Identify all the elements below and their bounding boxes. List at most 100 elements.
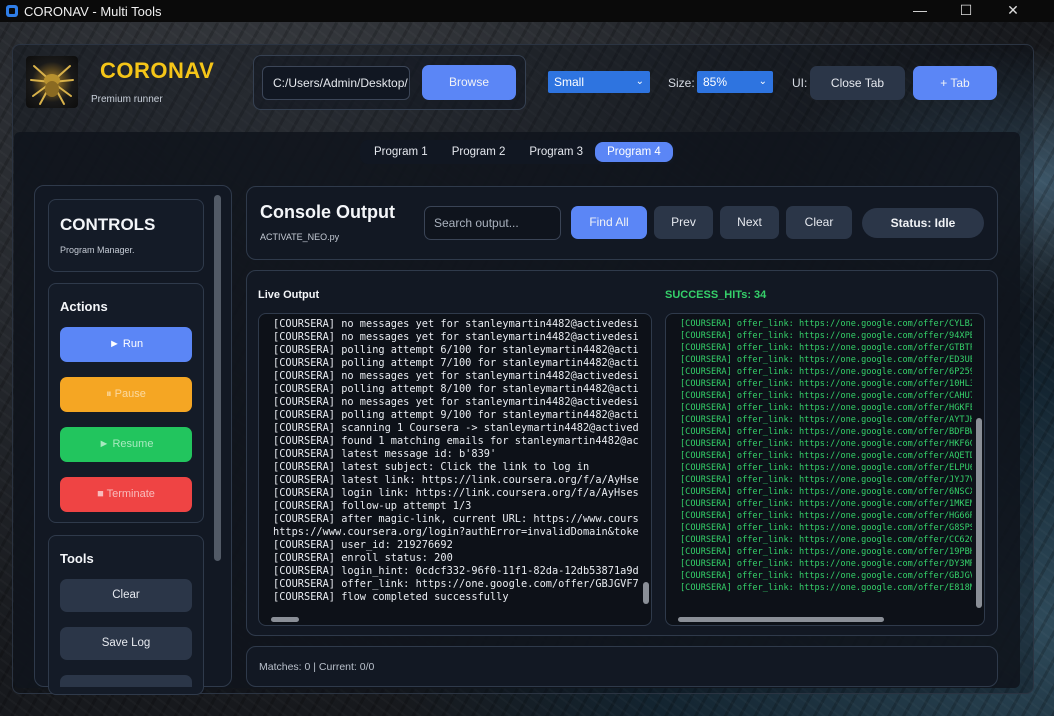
prev-button[interactable]: Prev bbox=[654, 206, 713, 239]
chevron-down-icon: ⌄ bbox=[758, 76, 767, 87]
log-line: [COURSERA] latest subject: Click the lin… bbox=[273, 461, 590, 473]
log-line: [COURSERA] offer_link: https://one.googl… bbox=[273, 578, 639, 590]
log-horizontal-scrollbar[interactable] bbox=[271, 617, 299, 622]
log-line: [COURSERA] latest message id: b'839' bbox=[273, 448, 497, 460]
log-line: [COURSERA] scanning 1 Coursera -> stanle… bbox=[273, 422, 639, 434]
hit-line: [COURSERA] offer_link: https://one.googl… bbox=[680, 367, 972, 377]
hit-line: [COURSERA] offer_link: https://one.googl… bbox=[680, 403, 972, 413]
save-log-button[interactable]: Save Log bbox=[60, 627, 192, 660]
log-line: [COURSERA] no messages yet for stanleyma… bbox=[273, 318, 639, 330]
log-line: [COURSERA] after magic-link, current URL… bbox=[273, 513, 639, 525]
log-line: [COURSERA] user_id: 219276692 bbox=[273, 539, 453, 551]
log-line: [COURSERA] found 1 matching emails for s… bbox=[273, 435, 639, 447]
status-badge: Status: Idle bbox=[862, 208, 984, 238]
sidebar-scrollbar[interactable] bbox=[214, 195, 221, 561]
log-line: [COURSERA] no messages yet for stanleyma… bbox=[273, 396, 639, 408]
close-window-button[interactable]: ✕ bbox=[990, 0, 1036, 22]
next-button[interactable]: Next bbox=[720, 206, 779, 239]
matches-counter: Matches: 0 | Current: 0/0 bbox=[259, 661, 375, 673]
search-input[interactable]: Search output... bbox=[424, 206, 561, 240]
program-tabs: Program 1 Program 2 Program 3 Program 4 bbox=[360, 140, 675, 164]
hit-line: [COURSERA] offer_link: https://one.googl… bbox=[680, 331, 972, 341]
path-input[interactable]: C:/Users/Admin/Desktop/ bbox=[262, 66, 410, 100]
controls-subtitle: Program Manager. bbox=[60, 245, 135, 255]
hit-line: [COURSERA] offer_link: https://one.googl… bbox=[680, 319, 972, 329]
chevron-down-icon: ⌄ bbox=[635, 76, 644, 87]
pause-button[interactable]: ⏸ Pause bbox=[60, 377, 192, 412]
log-vertical-scrollbar[interactable] bbox=[643, 582, 649, 604]
console-title: Console Output bbox=[260, 202, 395, 222]
tab-program-4[interactable]: Program 4 bbox=[595, 142, 673, 162]
log-line: [COURSERA] polling attempt 6/100 for sta… bbox=[273, 344, 639, 356]
terminate-button[interactable]: ■ Terminate bbox=[60, 477, 192, 512]
minimize-button[interactable]: — bbox=[897, 0, 943, 22]
log-line: [COURSERA] login_hint: 0cdcf332-96f0-11f… bbox=[273, 565, 639, 577]
hit-line: [COURSERA] offer_link: https://one.googl… bbox=[680, 535, 972, 545]
maximize-button[interactable]: ☐ bbox=[943, 0, 989, 22]
hit-line: [COURSERA] offer_link: https://one.googl… bbox=[680, 583, 972, 593]
tools-extra-button[interactable] bbox=[60, 675, 192, 687]
window-titlebar: CORONAV - Multi Tools — ☐ ✕ bbox=[0, 0, 1054, 22]
size-select-value: 85% bbox=[703, 75, 728, 89]
log-line: [COURSERA] latest link: https://link.cou… bbox=[273, 474, 639, 486]
success-hits-label: SUCCESS_HITs: 34 bbox=[665, 289, 767, 301]
window-title: CORONAV - Multi Tools bbox=[24, 4, 162, 19]
hit-line: [COURSERA] offer_link: https://one.googl… bbox=[680, 343, 972, 353]
hit-line: [COURSERA] offer_link: https://one.googl… bbox=[680, 547, 972, 557]
success-hits-log[interactable]: [COURSERA] offer_link: https://one.googl… bbox=[665, 313, 985, 626]
log-line: [COURSERA] no messages yet for stanleyma… bbox=[273, 331, 639, 343]
log-lines: [COURSERA] no messages yet for stanleyma… bbox=[273, 318, 639, 604]
console-clear-button[interactable]: Clear bbox=[786, 206, 852, 239]
preset-select-value: Small bbox=[554, 75, 585, 89]
tab-program-3[interactable]: Program 3 bbox=[517, 142, 595, 162]
log-line: [COURSERA] flow completed successfully bbox=[273, 591, 509, 603]
spider-logo-icon bbox=[26, 56, 78, 108]
hit-line: [COURSERA] offer_link: https://one.googl… bbox=[680, 499, 972, 509]
live-output-log[interactable]: [COURSERA] no messages yet for stanleyma… bbox=[258, 313, 652, 626]
log-line: [COURSERA] follow-up attempt 1/3 bbox=[273, 500, 472, 512]
hit-line: [COURSERA] offer_link: https://one.googl… bbox=[680, 487, 972, 497]
hits-horizontal-scrollbar[interactable] bbox=[678, 617, 884, 622]
browse-button[interactable]: Browse bbox=[422, 65, 516, 100]
console-filename: ACTIVATE_NEO.py bbox=[260, 232, 340, 242]
log-line: [COURSERA] enroll status: 200 bbox=[273, 552, 453, 564]
size-select[interactable]: 85% ⌄ bbox=[697, 71, 773, 93]
ui-label: UI: bbox=[792, 76, 808, 90]
hit-lines: [COURSERA] offer_link: https://one.googl… bbox=[680, 318, 972, 594]
hit-line: [COURSERA] offer_link: https://one.googl… bbox=[680, 355, 972, 365]
log-line: [COURSERA] no messages yet for stanleyma… bbox=[273, 370, 639, 382]
resume-button[interactable]: ► Resume bbox=[60, 427, 192, 462]
tab-program-1[interactable]: Program 1 bbox=[362, 142, 440, 162]
find-all-button[interactable]: Find All bbox=[571, 206, 647, 239]
hit-line: [COURSERA] offer_link: https://one.googl… bbox=[680, 439, 972, 449]
tab-program-2[interactable]: Program 2 bbox=[440, 142, 518, 162]
brand-title: CORONAV bbox=[100, 58, 215, 83]
live-output-label: Live Output bbox=[258, 289, 320, 301]
hit-line: [COURSERA] offer_link: https://one.googl… bbox=[680, 463, 972, 473]
tools-clear-button[interactable]: Clear bbox=[60, 579, 192, 612]
run-button[interactable]: ► Run bbox=[60, 327, 192, 362]
hit-line: [COURSERA] offer_link: https://one.googl… bbox=[680, 427, 972, 437]
hit-line: [COURSERA] offer_link: https://one.googl… bbox=[680, 415, 972, 425]
actions-title: Actions bbox=[60, 299, 108, 314]
hit-line: [COURSERA] offer_link: https://one.googl… bbox=[680, 451, 972, 461]
log-line: [COURSERA] polling attempt 8/100 for sta… bbox=[273, 383, 639, 395]
log-line: https://www.coursera.org/login?authError… bbox=[273, 526, 639, 538]
add-tab-button[interactable]: + Tab bbox=[913, 66, 997, 100]
controls-header-card bbox=[48, 199, 204, 272]
brand-subtitle: Premium runner bbox=[91, 94, 163, 105]
app-icon bbox=[6, 5, 18, 17]
hit-line: [COURSERA] offer_link: https://one.googl… bbox=[680, 523, 972, 533]
size-label: Size: bbox=[668, 76, 695, 90]
hit-line: [COURSERA] offer_link: https://one.googl… bbox=[680, 391, 972, 401]
preset-select[interactable]: Small ⌄ bbox=[548, 71, 650, 93]
hits-vertical-scrollbar[interactable] bbox=[976, 418, 982, 608]
log-line: [COURSERA] polling attempt 7/100 for sta… bbox=[273, 357, 639, 369]
close-tab-button[interactable]: Close Tab bbox=[810, 66, 905, 100]
log-line: [COURSERA] polling attempt 9/100 for sta… bbox=[273, 409, 639, 421]
hit-line: [COURSERA] offer_link: https://one.googl… bbox=[680, 571, 972, 581]
hit-line: [COURSERA] offer_link: https://one.googl… bbox=[680, 511, 972, 521]
log-line: [COURSERA] login link: https://link.cour… bbox=[273, 487, 639, 499]
hit-line: [COURSERA] offer_link: https://one.googl… bbox=[680, 379, 972, 389]
hit-line: [COURSERA] offer_link: https://one.googl… bbox=[680, 559, 972, 569]
